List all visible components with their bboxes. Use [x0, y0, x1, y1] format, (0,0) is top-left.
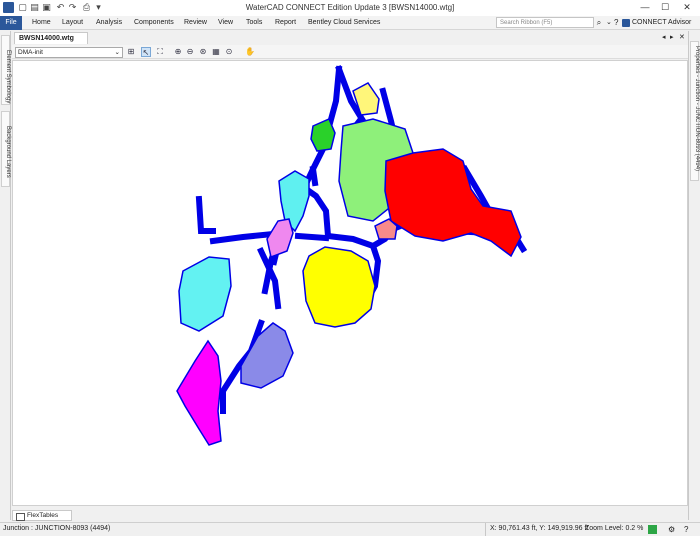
tab-analysis[interactable]: Analysis: [96, 16, 122, 30]
pipe-segment[interactable]: [195, 195, 216, 234]
zoom-out-icon[interactable]: ⊖: [185, 47, 195, 57]
select-pointer-icon[interactable]: ↖: [141, 47, 151, 57]
dma-zone-violet[interactable]: [266, 218, 294, 259]
connect-advisor-button[interactable]: CONNECT Advisor: [632, 16, 691, 30]
tab-view[interactable]: View: [218, 16, 233, 30]
status-bar: Junction : JUNCTION-8093 (4494) X: 90,76…: [0, 522, 700, 536]
help-icon[interactable]: ?: [614, 17, 622, 28]
zoom-extents-icon[interactable]: ⛶: [155, 47, 165, 57]
status-zoom-level: Zoom Level: 0.2 %: [585, 525, 644, 532]
dma-zones: [176, 82, 522, 446]
pan-icon[interactable]: ✋: [245, 47, 255, 57]
flextables-tab[interactable]: FlexTables: [12, 510, 72, 521]
help-icon[interactable]: ?: [684, 525, 688, 534]
expand-ribbon-icon[interactable]: ⌄: [606, 17, 614, 28]
dma-zone-magenta[interactable]: [176, 339, 222, 446]
pipe-segment[interactable]: [309, 165, 319, 187]
table-icon: [16, 513, 25, 521]
file-tab[interactable]: File: [0, 16, 22, 30]
right-dock-panel: Properties - Junction - JUNCTION-8093 (4…: [688, 31, 700, 520]
element-symbology-tab[interactable]: Element Symbology: [1, 35, 11, 105]
zoom-center-icon[interactable]: ⊙: [224, 47, 234, 57]
chevron-down-icon: ⌄: [114, 49, 120, 56]
tab-layout[interactable]: Layout: [62, 16, 83, 30]
zoom-previous-icon[interactable]: ▦: [211, 47, 221, 57]
close-drawing-icon[interactable]: ✕: [679, 33, 687, 42]
tab-scroll-left-icon[interactable]: ◂: [662, 33, 670, 42]
tab-report[interactable]: Report: [275, 16, 296, 30]
settings-icon[interactable]: ⚙: [668, 525, 675, 534]
zoom-in-icon[interactable]: ⊕: [173, 47, 183, 57]
search-icon[interactable]: ⌕: [594, 17, 604, 28]
status-coordinates: X: 90,761.43 ft, Y: 149,919.96 ft: [490, 525, 589, 532]
minimize-button[interactable]: —: [636, 2, 654, 13]
title-bar: ▢ ▤ ▣ ↶ ↷ ⎙ ▾ WaterCAD CONNECT Edition U…: [0, 0, 700, 16]
left-dock-panel: Element Symbology Background Layers: [0, 31, 11, 520]
document-tab-bar: [12, 31, 688, 44]
tab-scroll-right-icon[interactable]: ▸: [670, 33, 678, 42]
background-layers-tab[interactable]: Background Layers: [1, 111, 11, 187]
maximize-button[interactable]: ☐: [656, 2, 674, 13]
close-button[interactable]: ✕: [678, 2, 696, 13]
dma-zone-lavender[interactable]: [240, 322, 294, 389]
drawing-tab[interactable]: BWSN14000.wtg: [14, 32, 88, 44]
connect-advisor-icon[interactable]: [622, 19, 630, 27]
window-title: WaterCAD CONNECT Edition Update 3 [BWSN1…: [245, 3, 455, 12]
selection-sets-manager-icon[interactable]: ⊞: [126, 47, 136, 57]
background-layers-label: Background Layers: [5, 126, 11, 178]
properties-tab[interactable]: Properties - Junction - JUNCTION-8093 (4…: [690, 41, 700, 181]
tab-home[interactable]: Home: [32, 16, 51, 30]
selection-set-dropdown[interactable]: DMA-init ⌄: [15, 47, 123, 58]
compute-status-icon[interactable]: [648, 525, 657, 534]
ribbon-search-input[interactable]: Search Ribbon (F5): [496, 17, 594, 28]
network-map[interactable]: [13, 61, 689, 507]
zoom-window-icon[interactable]: ⊛: [198, 47, 208, 57]
tab-review[interactable]: Review: [184, 16, 207, 30]
status-selection: Junction : JUNCTION-8093 (4494): [3, 525, 111, 532]
properties-tab-label: Properties - Junction - JUNCTION-8093 (4…: [694, 46, 700, 172]
element-symbology-label: Element Symbology: [5, 50, 11, 104]
pipe-segment[interactable]: [294, 232, 330, 242]
dma-zone-green[interactable]: [310, 118, 336, 152]
drawing-canvas[interactable]: [12, 60, 688, 506]
tab-components[interactable]: Components: [134, 16, 174, 30]
tab-tools[interactable]: Tools: [246, 16, 262, 30]
dma-zone-yellow[interactable]: [302, 246, 376, 328]
ribbon-tab-bar: File Home Layout Analysis Components Rev…: [0, 16, 700, 30]
status-divider: [485, 523, 486, 536]
dma-zone-light-cyan[interactable]: [178, 256, 232, 332]
dma-zone-red[interactable]: [384, 148, 522, 258]
flextables-label: FlexTables: [27, 512, 59, 519]
tab-bentley-cloud-services[interactable]: Bentley Cloud Services: [308, 16, 380, 30]
selection-set-value: DMA-init: [18, 49, 43, 56]
